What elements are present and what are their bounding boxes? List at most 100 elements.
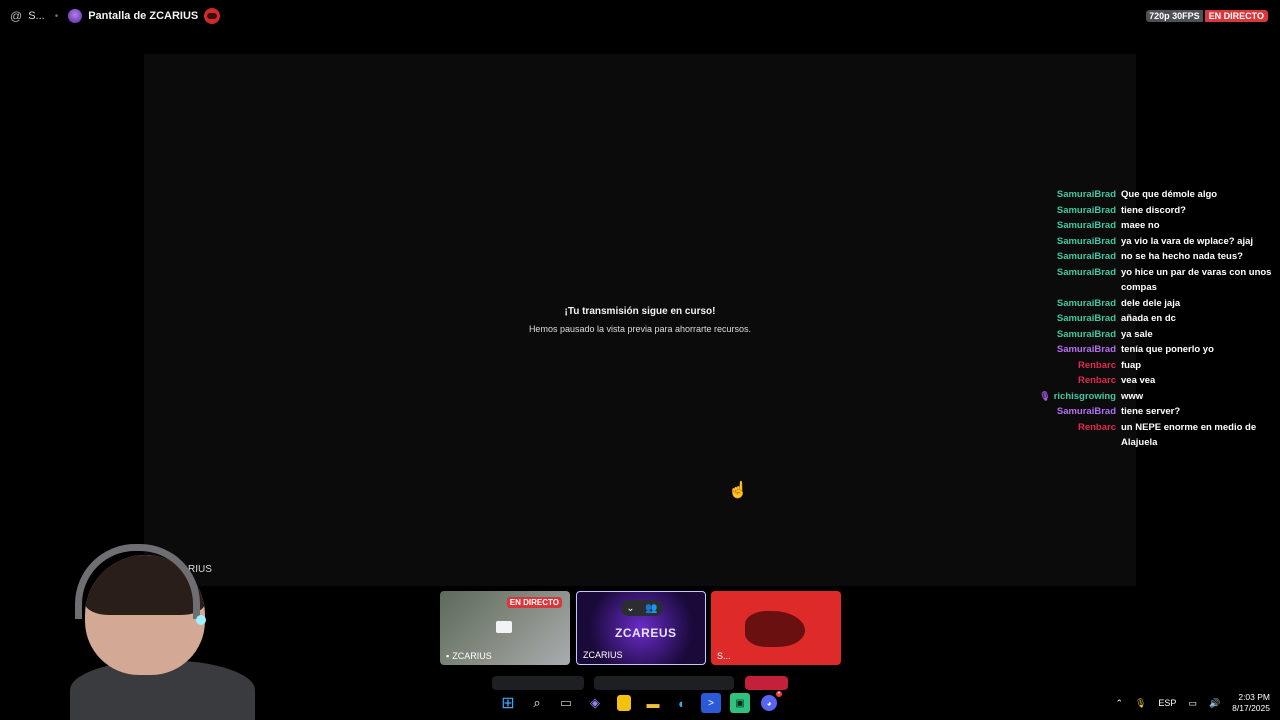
chat-user: SamuraiBrad [1056, 220, 1116, 231]
chat-user: SamuraiBrad [1056, 344, 1116, 355]
chat-text: fuap [1121, 359, 1142, 371]
chat-text: maee no [1121, 220, 1160, 231]
hand-cursor-icon: ☝ [728, 482, 748, 499]
chat-message: 🎙 richisgrowing www [1030, 389, 1274, 405]
chat-bubble-icon: ▪ [446, 651, 450, 661]
notification-badge: • [775, 691, 782, 697]
chat-message: SamuraiBrad tiene discord? [1030, 203, 1274, 219]
stream-thumbnail[interactable]: S... [711, 591, 841, 665]
volume-icon[interactable]: 🔊 [1209, 698, 1220, 709]
streamer-emoji-icon [204, 8, 221, 24]
discord-icon[interactable]: ◕ • [761, 691, 782, 711]
chat-user: SamuraiBrad [1056, 204, 1116, 216]
sticky-notes-icon[interactable] [617, 695, 631, 711]
thumbnail-name: S... [717, 651, 731, 661]
clock-date: 8/17/2025 [1232, 703, 1270, 713]
chat-user-name: richisgrowing [1053, 390, 1116, 402]
stream-top-bar: @ S... • Pantalla de ZCARIUS 720p 30FPS … [0, 0, 1280, 32]
paused-title: ¡Tu transmisión sigue en curso! [564, 306, 716, 317]
chat-message: Renbarc vea vea [1030, 373, 1274, 389]
stream-badges: 720p 30FPS EN DIRECTO [1146, 10, 1268, 22]
chat-message: SamuraiBrad Que que démole algo [1030, 187, 1274, 203]
chat-overlay: SamuraiBrad Que que démole algo SamuraiBr… [1030, 187, 1274, 451]
chat-user: SamuraiBrad [1056, 251, 1116, 262]
chat-user: Renbarc [1077, 421, 1116, 433]
chat-message: SamuraiBrad ya vio la vara de wplace? aja… [1030, 234, 1274, 250]
clock[interactable]: 2:03 PM 8/17/2025 [1232, 692, 1270, 714]
chat-user: SamuraiBrad [1056, 328, 1116, 340]
chat-message: SamuraiBrad ya sale [1030, 327, 1274, 343]
chat-message: SamuraiBrad tenía que ponerlo yo [1030, 342, 1274, 358]
headset-icon [75, 544, 200, 619]
app-icon[interactable]: ▣ [730, 693, 750, 713]
stream-title: Pantalla de ZCARIUS [88, 10, 199, 22]
chat-message: SamuraiBrad no se ha hecho nada teus? [1030, 249, 1274, 265]
thumbnail-controls[interactable]: ⌄ 👥 [621, 600, 663, 616]
chat-text: añada en dc [1121, 313, 1176, 324]
chat-message: SamuraiBrad yo hice un par de varas con u… [1030, 265, 1274, 296]
chat-text: dele dele jaja [1121, 297, 1181, 309]
chat-user: Renbarc [1077, 375, 1116, 386]
paused-subtitle: Hemos pausado la vista previa para ahorr… [528, 324, 752, 334]
live-badge: EN DIRECTO [1204, 10, 1268, 22]
system-tray: ⌃ 🎙 ESP ▭ 🔊 2:03 PM 8/17/2025 [1115, 692, 1270, 714]
microphone-icon[interactable]: 🎙 [1135, 698, 1146, 709]
stream-stage[interactable]: ¡Tu transmisión sigue en curso! Hemos pa… [144, 54, 1136, 586]
chat-text: no se ha hecho nada teus? [1121, 251, 1243, 262]
thumbnail-image [745, 611, 805, 647]
channel-at-icon: @ [10, 9, 23, 23]
edge-browser-icon[interactable]: ◐ [672, 693, 692, 713]
network-icon[interactable]: ▭ [1188, 698, 1197, 709]
chat-message: SamuraiBrad maee no [1030, 218, 1274, 234]
chevron-up-icon[interactable]: ⌃ [1115, 698, 1123, 709]
chat-text: yo hice un par de varas con unos compas [1121, 266, 1272, 294]
chat-text: tiene discord? [1121, 204, 1186, 216]
chat-user: SamuraiBrad [1056, 235, 1116, 247]
chat-text: Que que démole algo [1121, 189, 1218, 200]
thumbnail-name: ZCARIUS [583, 650, 623, 660]
chat-text: tenía que ponerlo yo [1121, 344, 1214, 355]
separator-dot-icon: • [54, 10, 59, 22]
chat-user: SamuraiBrad [1056, 266, 1116, 278]
chat-text: tiene server? [1121, 406, 1181, 417]
screen-share-icon [496, 621, 512, 633]
file-explorer-icon[interactable]: ▬ [643, 693, 663, 713]
thumbnail-logo: ZCAREUS [615, 626, 677, 640]
chat-message: SamuraiBrad dele dele jaja [1030, 296, 1274, 312]
stream-thumbnail-selected[interactable]: ⌄ 👥 ZCAREUS ZCARIUS [576, 591, 706, 665]
thumbnail-name: ▪ ZCARIUS [446, 651, 492, 661]
thumbnail-live-badge: EN DIRECTO [506, 597, 562, 608]
headset-light [196, 615, 206, 625]
server-name[interactable]: S... [28, 10, 45, 22]
copilot-icon[interactable]: ◈ [585, 693, 605, 713]
mic-icon: 🎙 [1039, 390, 1051, 401]
thumbnail-name-text: ZCARIUS [452, 651, 492, 661]
avatar [68, 9, 83, 23]
windows-start-icon[interactable]: ⊞ [498, 693, 518, 713]
chat-message: SamuraiBrad tiene server? [1030, 404, 1274, 420]
chat-text: un NEPE enorme en medio de Alajuela [1121, 421, 1257, 449]
quality-badge: 720p 30FPS [1146, 10, 1203, 22]
chevron-down-icon[interactable]: ⌄ [626, 603, 634, 614]
chat-text: vea vea [1121, 375, 1156, 386]
users-icon[interactable]: 👥 [645, 603, 657, 614]
terminal-icon[interactable]: > [701, 693, 721, 713]
chat-text: www [1121, 390, 1144, 402]
task-view-icon[interactable]: ▭ [556, 693, 576, 713]
search-icon[interactable]: ⌕ [527, 693, 547, 713]
language-indicator[interactable]: ESP [1158, 698, 1176, 708]
stream-header: @ S... • Pantalla de ZCARIUS [10, 8, 221, 24]
chat-user: Renbarc [1077, 359, 1116, 371]
chat-text: ya vio la vara de wplace? ajaj [1121, 235, 1254, 247]
chat-user: SamuraiBrad [1056, 313, 1116, 324]
chat-user: SamuraiBrad [1056, 297, 1116, 309]
chat-message: SamuraiBrad añada en dc [1030, 311, 1274, 327]
taskbar-apps: ⊞ ⌕ ▭ ◈ ▬ ◐ > ▣ ◕ • [498, 691, 782, 713]
chat-text: ya sale [1121, 328, 1153, 340]
stream-thumbnail[interactable]: EN DIRECTO ▪ ZCARIUS [440, 591, 570, 665]
chat-message: Renbarc fuap [1030, 358, 1274, 374]
chat-user: SamuraiBrad [1056, 189, 1116, 200]
chat-user: 🎙 richisgrowing [1030, 389, 1121, 405]
chat-user: SamuraiBrad [1056, 406, 1116, 417]
chat-message: Renbarc un NEPE enorme en medio de Alajue… [1030, 420, 1274, 451]
